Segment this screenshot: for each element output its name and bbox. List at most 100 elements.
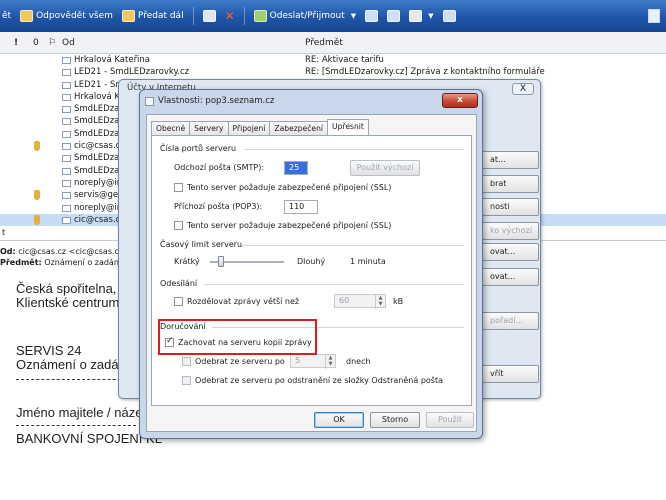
envelope-icon xyxy=(62,216,71,224)
split-size-spinner[interactable]: ▲ ▼ xyxy=(375,295,385,309)
toolbar-end-icon[interactable] xyxy=(648,9,660,23)
col-from[interactable]: Od xyxy=(62,38,75,48)
accounts-default-button[interactable]: ko výchozí xyxy=(481,222,539,240)
ports-group-label: Čísla portů serveru xyxy=(160,144,237,153)
flag-icon[interactable] xyxy=(34,214,40,225)
split-size-unit: kB xyxy=(393,297,404,306)
use-default-button[interactable]: Použít výchozí xyxy=(350,160,420,176)
accounts-close-text-button[interactable]: vřít xyxy=(481,365,539,383)
dialog-title: Vlastnosti: pop3.seznam.cz xyxy=(158,96,275,106)
accounts-order-button[interactable]: pořadí... xyxy=(481,312,539,330)
preview-subject-label: Předmět: xyxy=(0,258,42,267)
col-flag[interactable]: ⚐ xyxy=(48,38,56,48)
preview-from-label: Od: xyxy=(0,247,16,256)
highlight-box xyxy=(158,319,317,355)
dialog-tabs: Obecné Servery Připojení Zabezpečení Upř… xyxy=(151,119,369,135)
pop3-port-label: Příchozí pošta (POP3): xyxy=(174,202,263,211)
remove-after-input[interactable]: 5 ▲ ▼ xyxy=(290,354,336,369)
flag-icon[interactable] xyxy=(34,190,40,201)
split-messages-checkbox[interactable] xyxy=(174,297,183,306)
accounts-close-button[interactable]: X xyxy=(512,83,534,95)
timeout-value: 1 minuta xyxy=(350,257,386,266)
chevron-down-icon[interactable]: ▼ xyxy=(351,12,356,20)
tab-connection[interactable]: Připojení xyxy=(227,121,271,135)
reply-all-label: Odpovědět všem xyxy=(36,11,113,21)
tab-servers[interactable]: Servery xyxy=(189,121,229,135)
forward-button[interactable]: Předat dál xyxy=(121,10,184,22)
tab-security[interactable]: Zabezpečení xyxy=(269,121,329,135)
accounts-export-button[interactable]: ovat... xyxy=(481,268,539,286)
remove-deleted-label: Odebrat ze serveru po odstranění ze slož… xyxy=(195,376,443,385)
remove-deleted-checkbox[interactable] xyxy=(182,376,191,385)
dialog-panel: Obecné Servery Připojení Zabezpečení Upř… xyxy=(146,114,477,432)
envelope-icon xyxy=(62,118,71,126)
accounts-properties-button[interactable]: nosti xyxy=(481,198,539,216)
delete-button[interactable]: ✕ xyxy=(225,9,235,23)
dialog-icon xyxy=(145,97,154,106)
send-receive-button[interactable]: Odeslat/Přijmout ▼ xyxy=(253,10,356,22)
split-messages-label: Rozdělovat zprávy větší než xyxy=(187,297,300,306)
group-divider xyxy=(242,245,464,246)
smtp-port-label: Odchozí pošta (SMTP): xyxy=(174,163,265,172)
tab-advanced[interactable]: Upřesnit xyxy=(327,119,369,135)
message-list-header: ! 0 ⚐ Od Předmět xyxy=(0,32,666,54)
col-subject[interactable]: Předmět xyxy=(305,38,343,48)
message-subject: RE: [SmdLEDzarovky.cz] Zpráva z kontaktn… xyxy=(305,67,545,78)
send-receive-icon xyxy=(253,10,267,22)
toolbar-separator xyxy=(243,7,245,25)
col-attachment[interactable]: 0 xyxy=(33,38,39,48)
encoding-button[interactable]: ▼ xyxy=(409,10,434,22)
accounts-remove-button[interactable]: brat xyxy=(481,175,539,193)
message-from: LED21 - SmdLEDzarovky.cz xyxy=(74,67,190,78)
split-size-input[interactable]: 60 ▲ ▼ xyxy=(334,294,386,309)
flag-icon[interactable] xyxy=(34,141,40,152)
cancel-button[interactable]: Storno xyxy=(370,412,420,428)
col-priority[interactable]: ! xyxy=(14,38,18,48)
envelope-icon xyxy=(62,81,71,89)
envelope-icon xyxy=(62,155,71,163)
apply-button[interactable]: Použít xyxy=(426,412,474,428)
accounts-import-button[interactable]: ovat... xyxy=(481,243,539,261)
group-divider xyxy=(204,284,464,285)
envelope-icon xyxy=(62,167,71,175)
message-from: Hrkalová Kateřina xyxy=(74,55,151,65)
message-row[interactable]: LED21 - SmdLEDzarovky.cz RE: [SmdLEDzarov… xyxy=(0,66,666,78)
cut-label: ět xyxy=(2,11,12,21)
tab-general[interactable]: Obecné xyxy=(151,121,191,135)
remove-after-spinner[interactable]: ▲ ▼ xyxy=(325,355,335,369)
smtp-ssl-label: Tento server požaduje zabezpečené připoj… xyxy=(187,183,392,192)
remove-after-label: Odebrat ze serveru po xyxy=(195,357,285,366)
pop3-port-input[interactable]: 110 xyxy=(284,200,318,214)
smtp-ssl-checkbox[interactable] xyxy=(174,183,183,192)
chevron-down-icon[interactable]: ▼ xyxy=(428,12,433,20)
cut-button[interactable]: ět xyxy=(2,11,11,21)
envelope-icon xyxy=(62,57,71,64)
find-button[interactable] xyxy=(387,10,401,22)
smtp-port-input[interactable]: 25 xyxy=(284,161,308,175)
pop3-ssl-checkbox[interactable] xyxy=(174,221,183,230)
messenger-button[interactable] xyxy=(442,10,456,22)
ok-button[interactable]: OK xyxy=(314,412,364,428)
addresses-button[interactable] xyxy=(365,10,379,22)
message-subject: RE: Aktivace tarifu xyxy=(305,55,384,65)
envelope-icon xyxy=(62,204,71,212)
dialog-close-button[interactable]: x xyxy=(442,93,478,108)
accounts-add-button[interactable]: at... xyxy=(481,151,539,169)
remove-after-unit: dnech xyxy=(346,357,371,366)
pop3-ssl-label: Tento server požaduje zabezpečené připoj… xyxy=(187,221,392,230)
print-button[interactable] xyxy=(202,10,216,22)
sending-group-label: Odesílání xyxy=(160,279,198,288)
timeout-slider-thumb[interactable] xyxy=(218,256,225,267)
encoding-icon xyxy=(409,10,423,22)
body-divider xyxy=(16,425,136,426)
body-line: SERVIS 24 xyxy=(16,343,82,358)
envelope-icon xyxy=(62,192,71,200)
message-row[interactable]: Hrkalová Kateřina RE: Aktivace tarifu xyxy=(0,54,666,66)
remove-after-checkbox[interactable] xyxy=(182,357,191,366)
reply-all-button[interactable]: Odpovědět všem xyxy=(20,10,113,22)
row-marker: t xyxy=(2,228,6,237)
timeout-short-label: Krátký xyxy=(174,257,200,266)
find-icon xyxy=(387,10,401,22)
forward-icon xyxy=(121,10,135,22)
preview-subject-value: Oznámení o zadání xyxy=(44,258,122,267)
